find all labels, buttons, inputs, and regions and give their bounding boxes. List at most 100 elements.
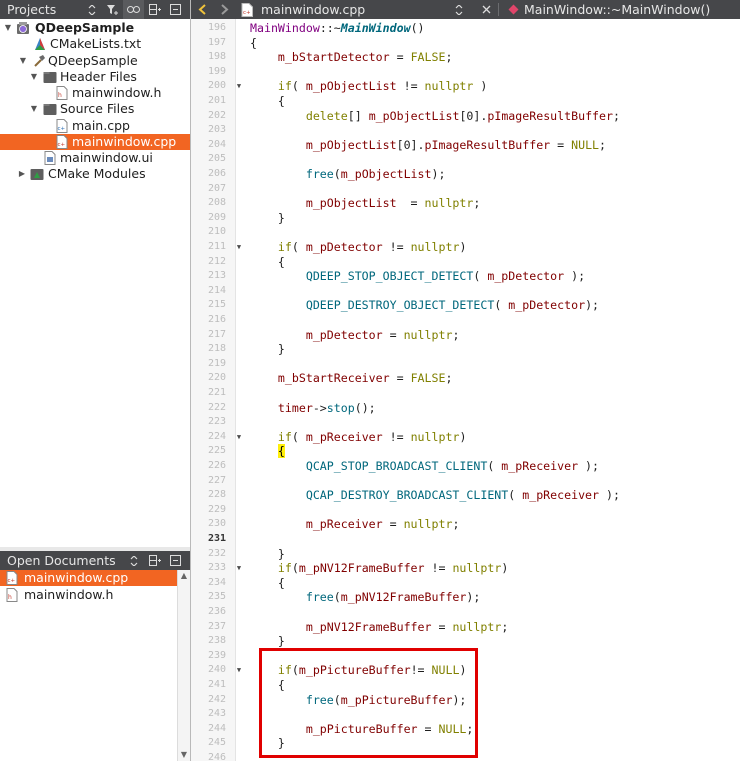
scroll-down-arrow-icon[interactable]: ▼	[178, 749, 190, 761]
code-line[interactable]: 219	[191, 357, 740, 372]
tree-item-target[interactable]: ▼ QDeepSample	[0, 53, 190, 69]
code-line[interactable]: 228 QCAP_DESTROY_BROADCAST_CLIENT( m_pRe…	[191, 488, 740, 503]
code-line[interactable]: 222 timer->stop();	[191, 401, 740, 416]
code-line[interactable]: 229	[191, 503, 740, 518]
code-line[interactable]: 243	[191, 707, 740, 722]
code-line[interactable]: 233 ▼ if(m_pNV12FrameBuffer != nullptr)	[191, 561, 740, 576]
scroll-up-arrow-icon[interactable]: ▲	[178, 570, 190, 582]
fold-arrow-icon[interactable]: ▼	[234, 561, 244, 576]
code-line[interactable]: 230 m_pReceiver = nullptr;	[191, 517, 740, 532]
code-line[interactable]: 197 {	[191, 36, 740, 51]
fold-arrow-icon[interactable]: ▼	[234, 430, 244, 445]
expanded-arrow-icon[interactable]: ▼	[3, 20, 13, 36]
code-line[interactable]: 245 }	[191, 736, 740, 751]
code-editor[interactable]: 196 MainWindow::~MainWindow() 197{198 m_bS…	[191, 19, 740, 763]
panel-dropdown-icon[interactable]	[123, 551, 144, 570]
link-with-editor-icon[interactable]	[123, 0, 144, 19]
tree-item-main-cpp[interactable]: c+ main.cpp	[0, 118, 190, 134]
code-line[interactable]: 200 ▼ if( m_pObjectList != nullptr )	[191, 79, 740, 94]
tree-item-mainwindow-h[interactable]: h mainwindow.h	[0, 85, 190, 101]
code-line[interactable]: 226 QCAP_STOP_BROADCAST_CLIENT( m_pRecei…	[191, 459, 740, 474]
code-line[interactable]: 240 ▼ if(m_pPictureBuffer!= NULL)	[191, 663, 740, 678]
forward-arrow-icon	[221, 4, 229, 15]
code-line[interactable]: 217 m_pDetector = nullptr;	[191, 328, 740, 343]
open-documents-scrollbar[interactable]: ▲ ▼	[177, 570, 190, 761]
fold-arrow-icon[interactable]: ▼	[234, 79, 244, 94]
code-line[interactable]: 216	[191, 313, 740, 328]
file-selector-dropdown[interactable]	[453, 0, 465, 19]
code-line[interactable]: 244 m_pPictureBuffer = NULL;	[191, 722, 740, 737]
code-line[interactable]: 220 m_bStartReceiver = FALSE;	[191, 371, 740, 386]
open-document-mainwindow-h[interactable]: h mainwindow.h	[0, 587, 178, 603]
code-line[interactable]: 208 m_pObjectList = nullptr;	[191, 196, 740, 211]
code-line[interactable]: 211 ▼ if( m_pDetector != nullptr)	[191, 240, 740, 255]
code-line[interactable]: 225 {	[191, 444, 740, 459]
code-line[interactable]: 234 {	[191, 576, 740, 591]
code-line[interactable]: 210	[191, 225, 740, 240]
expanded-arrow-icon[interactable]: ▼	[29, 69, 39, 85]
code-line[interactable]: 227	[191, 474, 740, 489]
close-panel-icon[interactable]	[165, 0, 186, 19]
code-line[interactable]: 231	[191, 532, 740, 547]
code-line[interactable]: 212 {	[191, 255, 740, 270]
code-line[interactable]: 236	[191, 605, 740, 620]
close-panel-icon[interactable]	[165, 551, 186, 570]
code-line[interactable]: 205	[191, 152, 740, 167]
code-line[interactable]: 198 m_bStartDetector = FALSE;	[191, 50, 740, 65]
code-line[interactable]: 209 }	[191, 211, 740, 226]
navigate-back-button[interactable]	[193, 0, 213, 19]
split-view-icon[interactable]	[144, 0, 165, 19]
tree-item-mainwindow-cpp[interactable]: c+ mainwindow.cpp	[0, 134, 190, 150]
code-line[interactable]: 221	[191, 386, 740, 401]
tree-item-header-files[interactable]: ▼ Header Files	[0, 69, 190, 85]
navigate-forward-button[interactable]	[214, 0, 234, 19]
code-line[interactable]: 241 {	[191, 678, 740, 693]
tree-item-source-files[interactable]: ▼ Source Files	[0, 101, 190, 117]
panel-dropdown-icon[interactable]	[81, 0, 102, 19]
code-line[interactable]: 207	[191, 182, 740, 197]
code-line[interactable]: 235 free(m_pNV12FrameBuffer);	[191, 590, 740, 605]
tree-item-project-root[interactable]: ▼ QDeepSample	[0, 20, 190, 36]
code-line[interactable]: 196 MainWindow::~MainWindow()	[191, 21, 740, 36]
line-number: 203	[207, 124, 226, 136]
close-document-button[interactable]	[478, 0, 494, 19]
line-number: 245	[207, 737, 226, 749]
code-line[interactable]: 214	[191, 284, 740, 299]
line-number: 219	[207, 357, 226, 369]
code-line[interactable]: 215 QDEEP_DESTROY_OBJECT_DETECT( m_pDete…	[191, 298, 740, 313]
split-view-icon[interactable]	[144, 551, 165, 570]
code-line[interactable]: 218 }	[191, 342, 740, 357]
code-line[interactable]: 237 m_pNV12FrameBuffer = nullptr;	[191, 620, 740, 635]
line-number: 214	[207, 284, 226, 296]
open-document-mainwindow-cpp[interactable]: c+ mainwindow.cpp	[0, 570, 178, 586]
fold-arrow-icon[interactable]: ▼	[234, 240, 244, 255]
expanded-arrow-icon[interactable]: ▼	[18, 53, 28, 69]
code-line[interactable]: 201 {	[191, 94, 740, 109]
code-line[interactable]: 238 }	[191, 634, 740, 649]
code-line[interactable]: 204 m_pObjectList[0].pImageResultBuffer …	[191, 138, 740, 153]
code-line[interactable]: 232 }	[191, 547, 740, 562]
toolbar-separator	[498, 3, 499, 16]
fold-arrow-icon[interactable]: ▼	[234, 663, 244, 678]
code-line[interactable]: 213 QDEEP_STOP_OBJECT_DETECT( m_pDetecto…	[191, 269, 740, 284]
code-line[interactable]: 203	[191, 123, 740, 138]
symbol-selector[interactable]: MainWindow::~MainWindow()	[524, 0, 734, 19]
tree-item-cmake-modules[interactable]: ▶ CMake Modules	[0, 166, 190, 182]
code-line[interactable]: 199	[191, 65, 740, 80]
code-line[interactable]: 223	[191, 415, 740, 430]
code-line[interactable]: 246	[191, 751, 740, 766]
code-line[interactable]: 239	[191, 649, 740, 664]
code-line[interactable]: 242 free(m_pPictureBuffer);	[191, 693, 740, 708]
filter-icon[interactable]	[102, 0, 123, 19]
code-line[interactable]: 202 delete[] m_pObjectList[0].pImageResu…	[191, 109, 740, 124]
tree-item-mainwindow-ui[interactable]: mainwindow.ui	[0, 150, 190, 166]
tree-item-cmakelists[interactable]: CMakeLists.txt	[0, 36, 190, 52]
line-number: 232	[207, 547, 226, 559]
expanded-arrow-icon[interactable]: ▼	[29, 101, 39, 117]
code-line[interactable]: 206 free(m_pObjectList);	[191, 167, 740, 182]
collapsed-arrow-icon[interactable]: ▶	[17, 166, 27, 182]
code-line[interactable]: 224 ▼ if( m_pReceiver != nullptr)	[191, 430, 740, 445]
open-documents-header: Open Documents	[0, 551, 190, 570]
code-text: if( m_pDetector != nullptr)	[277, 240, 467, 254]
file-selector[interactable]: mainwindow.cpp	[261, 0, 391, 19]
